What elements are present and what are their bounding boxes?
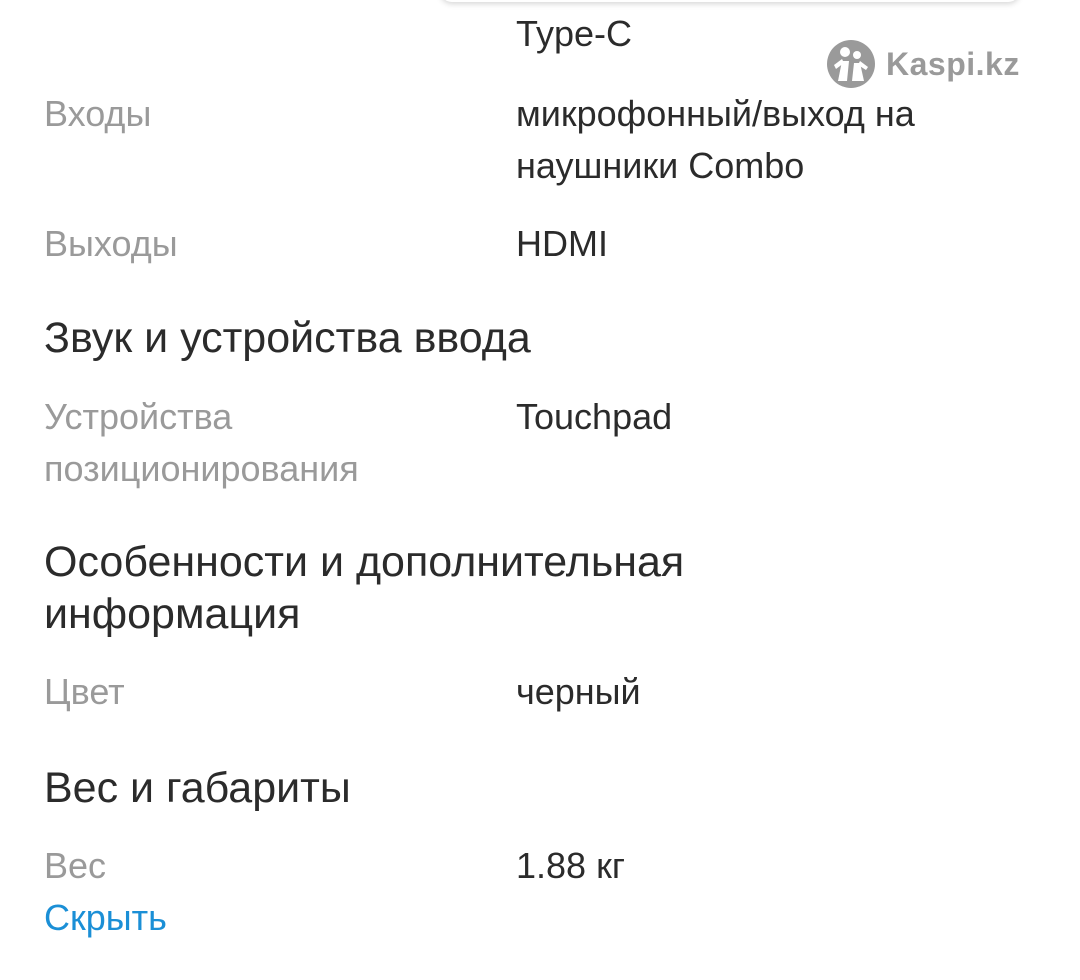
top-card-shadow: [440, 0, 1020, 2]
spec-value-color: черный: [516, 671, 641, 712]
section-title-features-line1: Особенности и дополнительная: [44, 538, 685, 586]
spec-value-inputs-line1: микрофонный/выход на: [516, 93, 915, 134]
spec-row-weight: Вес 1.88 кг: [44, 840, 1004, 892]
spec-value-outputs: HDMI: [516, 223, 608, 264]
spec-row-inputs: Входы микрофонный/выход на наушники Comb…: [44, 88, 1004, 198]
spec-value-usb-line2: Type-C: [516, 13, 633, 54]
spec-label-color: Цвет: [44, 671, 125, 712]
hide-specs-link[interactable]: Скрыть: [44, 892, 167, 944]
section-title-sound-input: Звук и устройства ввода: [44, 314, 531, 362]
section-title-weight-dimensions: Вес и габариты: [44, 764, 351, 812]
spec-label-weight: Вес: [44, 845, 107, 886]
spec-value-weight: 1.88 кг: [516, 845, 625, 886]
spec-value-pointing: Touchpad: [516, 396, 673, 437]
spec-row-usb: Type-C: [44, 8, 1004, 60]
spec-row-outputs: Выходы HDMI: [44, 218, 1004, 270]
section-title-features-line2: информация: [44, 590, 301, 638]
spec-row-color: Цвет черный: [44, 666, 1004, 718]
spec-value-inputs-line2: наушники Combo: [516, 145, 805, 186]
spec-label-inputs: Входы: [44, 93, 152, 134]
spec-label-outputs: Выходы: [44, 223, 178, 264]
spec-label-pointing-line2: позиционирования: [44, 448, 359, 489]
spec-label-pointing-line1: Устройства: [44, 396, 233, 437]
spec-row-pointing-devices: Устройства позиционирования Touchpad: [44, 391, 1004, 501]
